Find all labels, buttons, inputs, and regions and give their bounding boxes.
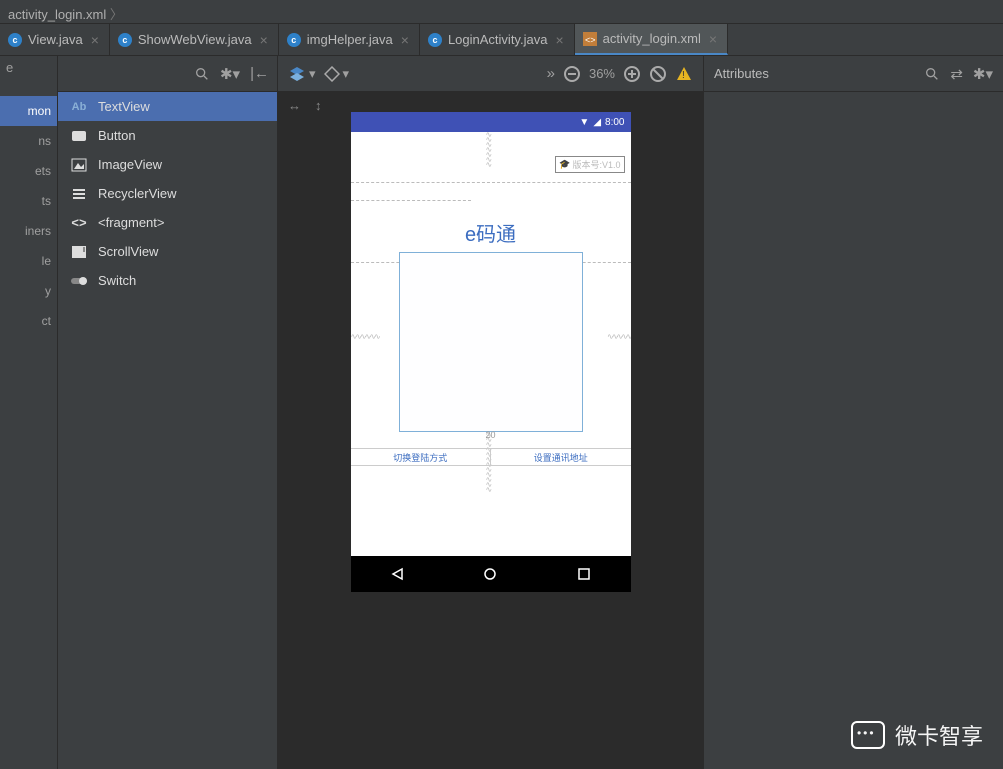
widget-scrollview[interactable]: ScrollView	[58, 237, 277, 266]
widget-label: Button	[98, 128, 136, 143]
zoom-fit-icon[interactable]	[649, 65, 667, 83]
switch-login-link: 切换登陆方式	[351, 448, 492, 466]
swap-icon[interactable]: ⇄	[950, 65, 963, 83]
image-icon	[70, 158, 88, 172]
code-icon: <>	[70, 215, 88, 230]
close-icon[interactable]: ×	[707, 31, 719, 47]
tab-showwebview[interactable]: c ShowWebView.java ×	[110, 24, 279, 55]
graduation-icon: 🎓	[559, 159, 570, 170]
close-icon[interactable]: ×	[399, 32, 411, 48]
svg-text:!: !	[682, 70, 685, 81]
app-title: e码通	[351, 218, 631, 247]
widget-label: Switch	[98, 273, 136, 288]
set-address-link: 设置通讯地址	[491, 448, 631, 466]
palette-categories: e mon ns ets ts iners le y ct	[0, 56, 58, 769]
widget-switch[interactable]: Switch	[58, 266, 277, 295]
widget-label: TextView	[98, 99, 150, 114]
recent-icon	[577, 567, 591, 581]
palette-cat-google[interactable]: le	[0, 246, 57, 276]
palette-widget-list: ✱▾ |← Ab TextView Button ImageView Recyc…	[58, 56, 278, 769]
close-icon[interactable]: ×	[553, 32, 565, 48]
collapse-icon[interactable]: |←	[250, 65, 269, 82]
java-icon: c	[287, 33, 301, 47]
palette-cat-legacy[interactable]: y	[0, 276, 57, 306]
tab-label: ShowWebView.java	[138, 32, 252, 47]
tab-label: LoginActivity.java	[448, 32, 547, 47]
java-icon: c	[8, 33, 22, 47]
button-icon	[70, 130, 88, 142]
tab-view-java[interactable]: c View.java ×	[0, 24, 110, 55]
tab-imghelper[interactable]: c imgHelper.java ×	[279, 24, 420, 55]
wifi-icon: ▼	[579, 117, 589, 128]
widget-label: <fragment>	[98, 215, 165, 230]
widget-label: ImageView	[98, 157, 162, 172]
status-bar: ▼ ◢ 8:00	[351, 112, 631, 132]
attributes-title: Attributes	[714, 66, 914, 81]
orientation-select[interactable]: ▾	[324, 66, 350, 82]
navigation-bar	[351, 556, 631, 592]
widget-label: ScrollView	[98, 244, 158, 259]
pan-vertical-icon[interactable]: ↕	[315, 98, 322, 113]
zoom-out-icon[interactable]	[563, 65, 581, 83]
tab-activity-login-xml[interactable]: <> activity_login.xml ×	[575, 24, 728, 55]
zoom-in-icon[interactable]	[623, 65, 641, 83]
gear-icon[interactable]: ✱▾	[220, 65, 240, 83]
palette-cat-layouts[interactable]: ts	[0, 186, 57, 216]
warning-icon[interactable]: !	[675, 65, 693, 83]
svg-text:<>: <>	[585, 35, 596, 45]
design-editor: ▾ ▾ » 36% ! ↔ ↕	[278, 56, 703, 769]
widget-fragment[interactable]: <> <fragment>	[58, 208, 277, 237]
list-icon	[70, 187, 88, 201]
device-preview[interactable]: ▼ ◢ 8:00 🎓 版本号:V1.0 ∿∿∿∿∿∿∿ ∿∿∿∿∿∿∿∿∿∿∿∿…	[351, 112, 631, 592]
widget-label: RecyclerView	[98, 186, 177, 201]
palette-cat-containers[interactable]: iners	[0, 216, 57, 246]
java-icon: c	[428, 33, 442, 47]
surface-select[interactable]: ▾	[288, 65, 316, 83]
wechat-icon	[851, 721, 885, 749]
palette-cat-buttons[interactable]: ns	[0, 126, 57, 156]
attributes-panel: Attributes ⇄ ✱▾	[703, 56, 1003, 769]
tab-label: activity_login.xml	[603, 31, 701, 46]
close-icon[interactable]: ×	[89, 32, 101, 48]
java-icon: c	[118, 33, 132, 47]
palette-cat-project[interactable]: ct	[0, 306, 57, 336]
zoom-level[interactable]: 36%	[589, 66, 615, 81]
breadcrumb: activity_login.xml 〉	[0, 0, 1003, 24]
text-icon: Ab	[70, 101, 88, 113]
more-icon[interactable]: »	[547, 65, 555, 82]
palette-cat-widgets[interactable]: ets	[0, 156, 57, 186]
editor-tabs: c View.java × c ShowWebView.java × c img…	[0, 24, 1003, 56]
watermark: 微卡智享	[851, 719, 983, 751]
search-icon[interactable]	[924, 66, 940, 82]
palette-cat-common[interactable]: mon	[0, 96, 57, 126]
tab-label: imgHelper.java	[307, 32, 393, 47]
close-icon[interactable]: ×	[258, 32, 270, 48]
constraint-margin-label: 20	[351, 430, 631, 440]
watermark-text: 微卡智享	[895, 719, 983, 751]
content-container	[399, 252, 583, 432]
gear-icon[interactable]: ✱▾	[973, 65, 993, 83]
status-time: 8:00	[605, 117, 624, 128]
version-badge: 🎓 版本号:V1.0	[555, 156, 624, 173]
search-icon[interactable]	[194, 66, 210, 82]
tab-label: View.java	[28, 32, 83, 47]
palette-header-frag: e	[6, 60, 13, 75]
back-icon	[390, 567, 404, 581]
signal-icon: ◢	[593, 117, 601, 128]
pan-horizontal-icon[interactable]: ↔	[288, 98, 301, 113]
tab-loginactivity[interactable]: c LoginActivity.java ×	[420, 24, 575, 55]
widget-recyclerview[interactable]: RecyclerView	[58, 179, 277, 208]
switch-icon	[70, 276, 88, 286]
breadcrumb-text: activity_login.xml	[8, 7, 106, 22]
xml-icon: <>	[583, 32, 597, 46]
home-icon	[483, 567, 497, 581]
widget-textview[interactable]: Ab TextView	[58, 92, 277, 121]
widget-button[interactable]: Button	[58, 121, 277, 150]
widget-imageview[interactable]: ImageView	[58, 150, 277, 179]
scroll-icon	[70, 245, 88, 259]
